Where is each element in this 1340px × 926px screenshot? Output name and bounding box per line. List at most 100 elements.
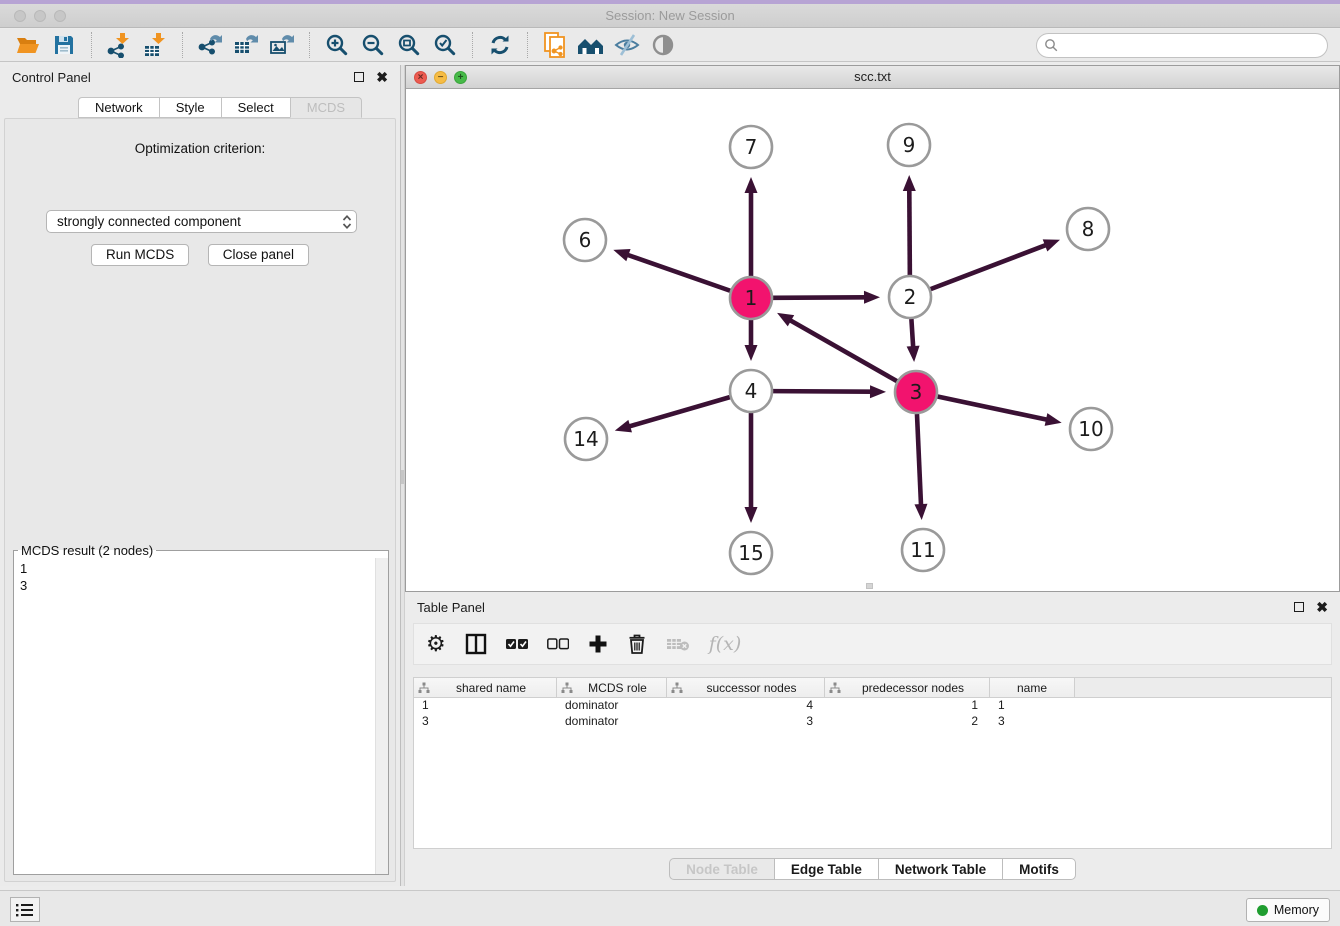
tab-mcds[interactable]: MCDS bbox=[290, 97, 362, 118]
optimization-criterion-dropdown[interactable]: strongly connected component bbox=[46, 210, 357, 233]
edge-1-6[interactable] bbox=[613, 249, 730, 291]
edge-1-2[interactable] bbox=[773, 291, 880, 304]
graph-node-14[interactable]: 14 bbox=[565, 418, 607, 460]
export-network-icon[interactable] bbox=[192, 31, 228, 59]
column-header-mcds-role[interactable]: MCDS role bbox=[557, 678, 667, 698]
edge-4-3[interactable] bbox=[773, 385, 886, 398]
duplicate-network-icon[interactable] bbox=[537, 31, 573, 59]
table-cell[interactable]: 1 bbox=[825, 698, 990, 714]
float-table-panel-icon[interactable] bbox=[1294, 602, 1304, 612]
table-row[interactable]: 1dominator411 bbox=[414, 698, 1331, 714]
graph-node-4[interactable]: 4 bbox=[730, 370, 772, 412]
tab-style[interactable]: Style bbox=[159, 97, 221, 118]
edge-4-15[interactable] bbox=[745, 413, 758, 523]
search-icon bbox=[1044, 38, 1059, 53]
network-close-icon[interactable]: × bbox=[414, 71, 427, 84]
graph-node-3[interactable]: 3 bbox=[895, 371, 937, 413]
graph-node-7[interactable]: 7 bbox=[730, 126, 772, 168]
delete-table-icon[interactable] bbox=[666, 629, 690, 659]
graph-node-9[interactable]: 9 bbox=[888, 124, 930, 166]
memory-button[interactable]: Memory bbox=[1246, 898, 1330, 922]
open-file-icon[interactable] bbox=[10, 31, 46, 59]
column-header-predecessor-nodes[interactable]: predecessor nodes bbox=[825, 678, 990, 698]
edge-3-10[interactable] bbox=[938, 397, 1062, 426]
minimize-window-icon[interactable] bbox=[34, 10, 46, 22]
float-panel-icon[interactable] bbox=[354, 72, 364, 82]
edge-3-1[interactable] bbox=[777, 313, 897, 381]
edge-4-14[interactable] bbox=[615, 397, 730, 432]
edge-2-8[interactable] bbox=[931, 239, 1060, 289]
network-canvas[interactable]: 7 9 6 8 1 2 4 3 14 10 15 11 bbox=[406, 89, 1339, 591]
close-window-icon[interactable] bbox=[14, 10, 26, 22]
edge-1-7[interactable] bbox=[745, 177, 758, 276]
table-cell[interactable]: 3 bbox=[667, 714, 825, 730]
tab-network-table[interactable]: Network Table bbox=[878, 858, 1002, 880]
toolbar-separator bbox=[472, 32, 473, 58]
table-cell[interactable]: dominator bbox=[557, 698, 667, 714]
graph-node-6[interactable]: 6 bbox=[564, 219, 606, 261]
edge-3-11[interactable] bbox=[914, 414, 927, 520]
edge-2-3[interactable] bbox=[907, 319, 920, 362]
graph-node-2[interactable]: 2 bbox=[889, 276, 931, 318]
table-cell[interactable]: 1 bbox=[414, 698, 557, 714]
mcds-result-list[interactable]: 13 bbox=[20, 560, 372, 872]
maximize-window-icon[interactable] bbox=[54, 10, 66, 22]
delete-column-icon[interactable] bbox=[627, 629, 647, 659]
network-maximize-icon[interactable]: + bbox=[454, 71, 467, 84]
run-mcds-button[interactable]: Run MCDS bbox=[91, 244, 189, 266]
table-cell[interactable]: 4 bbox=[667, 698, 825, 714]
import-network-icon[interactable] bbox=[101, 31, 137, 59]
table-cell[interactable]: 3 bbox=[990, 714, 1075, 730]
graph-node-11[interactable]: 11 bbox=[902, 529, 944, 571]
hide-selected-icon[interactable] bbox=[609, 31, 645, 59]
table-cell[interactable]: 1 bbox=[990, 698, 1075, 714]
deselect-all-icon[interactable] bbox=[547, 629, 569, 659]
task-history-button[interactable] bbox=[10, 897, 40, 922]
network-window-titlebar[interactable]: × − + scc.txt bbox=[406, 66, 1339, 89]
close-panel-icon[interactable]: ✖ bbox=[376, 70, 388, 84]
graph-node-1[interactable]: 1 bbox=[730, 277, 772, 319]
splitter-grip[interactable] bbox=[401, 470, 404, 484]
edge-1-4[interactable] bbox=[745, 320, 758, 361]
table-row[interactable]: 3dominator323 bbox=[414, 714, 1331, 730]
first-neighbors-icon[interactable] bbox=[573, 31, 609, 59]
graph-node-15[interactable]: 15 bbox=[730, 532, 772, 574]
column-header-name[interactable]: name bbox=[990, 678, 1075, 698]
refresh-icon[interactable] bbox=[482, 31, 518, 59]
search-input[interactable] bbox=[1059, 37, 1320, 53]
tab-motifs[interactable]: Motifs bbox=[1002, 858, 1076, 880]
graph-node-10[interactable]: 10 bbox=[1070, 408, 1112, 450]
node-table-header: shared name MCDS role successor nodes pr… bbox=[414, 678, 1331, 698]
column-header-shared-name[interactable]: shared name bbox=[414, 678, 557, 698]
close-table-panel-icon[interactable]: ✖ bbox=[1316, 600, 1328, 614]
save-session-icon[interactable] bbox=[46, 31, 82, 59]
canvas-resize-grip[interactable] bbox=[866, 583, 873, 589]
graph-node-8[interactable]: 8 bbox=[1067, 208, 1109, 250]
tab-node-table[interactable]: Node Table bbox=[669, 858, 774, 880]
show-all-icon[interactable] bbox=[645, 31, 681, 59]
edge-2-9[interactable] bbox=[903, 175, 916, 275]
tab-network[interactable]: Network bbox=[78, 97, 159, 118]
import-table-icon[interactable] bbox=[137, 31, 173, 59]
add-column-icon[interactable] bbox=[588, 629, 608, 659]
split-columns-icon[interactable] bbox=[465, 629, 487, 659]
table-cell[interactable]: 3 bbox=[414, 714, 557, 730]
export-image-icon[interactable] bbox=[264, 31, 300, 59]
zoom-selected-icon[interactable] bbox=[427, 31, 463, 59]
tab-select[interactable]: Select bbox=[221, 97, 290, 118]
zoom-in-icon[interactable] bbox=[319, 31, 355, 59]
search-field[interactable] bbox=[1036, 33, 1328, 58]
svg-text:15: 15 bbox=[738, 541, 763, 565]
zoom-out-icon[interactable] bbox=[355, 31, 391, 59]
tab-edge-table[interactable]: Edge Table bbox=[774, 858, 878, 880]
close-panel-button[interactable]: Close panel bbox=[208, 244, 309, 266]
select-all-icon[interactable] bbox=[506, 629, 528, 659]
zoom-fit-icon[interactable] bbox=[391, 31, 427, 59]
network-minimize-icon[interactable]: − bbox=[434, 71, 447, 84]
column-header-successor-nodes[interactable]: successor nodes bbox=[667, 678, 825, 698]
table-cell[interactable]: 2 bbox=[825, 714, 990, 730]
table-cell[interactable]: dominator bbox=[557, 714, 667, 730]
export-table-icon[interactable] bbox=[228, 31, 264, 59]
gear-icon[interactable]: ⚙ bbox=[426, 629, 446, 659]
result-scrollbar[interactable] bbox=[375, 558, 388, 874]
